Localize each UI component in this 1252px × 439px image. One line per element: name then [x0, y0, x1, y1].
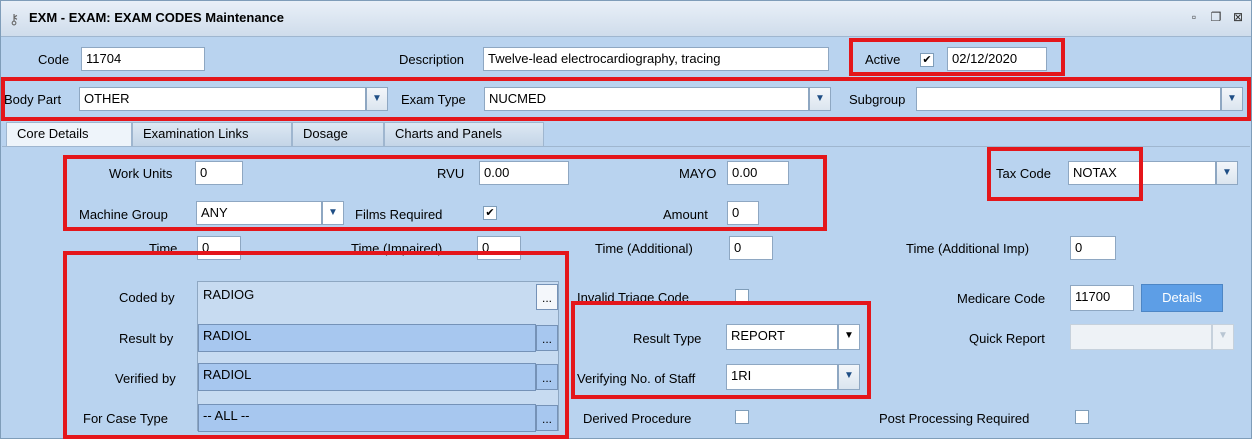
tab-charts-and-panels[interactable]: Charts and Panels: [384, 122, 544, 146]
exam-type-dropdown-icon[interactable]: ▼: [809, 87, 831, 111]
quick-report-label: Quick Report: [969, 331, 1045, 346]
details-button[interactable]: Details: [1141, 284, 1223, 312]
result-type-label: Result Type: [633, 331, 702, 346]
exam-codes-window: ⚷ EXM - EXAM: EXAM CODES Maintenance ▫ ❐…: [0, 0, 1252, 439]
for-case-type-label: For Case Type: [83, 411, 169, 426]
minimize-icon[interactable]: ▫: [1185, 8, 1203, 26]
verifying-staff-select[interactable]: 1RI: [726, 364, 838, 390]
subgroup-dropdown-icon[interactable]: ▼: [1221, 87, 1243, 111]
machine-group-dropdown-icon[interactable]: ▼: [322, 201, 344, 225]
exam-type-label: Exam Type: [401, 92, 466, 107]
tax-code-dropdown-icon[interactable]: ▼: [1216, 161, 1238, 185]
tax-code-select[interactable]: NOTAX: [1068, 161, 1216, 185]
amount-label: Amount: [663, 207, 708, 222]
time-additional-label: Time (Additional): [595, 241, 693, 256]
post-processing-checkbox[interactable]: [1075, 410, 1089, 424]
verifying-staff-dropdown-icon[interactable]: ▼: [838, 364, 860, 390]
time-label: Time: [149, 241, 178, 256]
tab-examination-links[interactable]: Examination Links: [132, 122, 292, 146]
quick-report-dropdown-icon[interactable]: ▼: [1212, 324, 1234, 350]
machine-group-label: Machine Group: [79, 207, 168, 222]
post-processing-label: Post Processing Required: [879, 411, 1030, 426]
key-icon: ⚷: [9, 11, 20, 27]
result-by-input[interactable]: RADIOL: [198, 324, 536, 352]
for-case-type-lookup-button[interactable]: ...: [536, 405, 558, 431]
mayo-label: MAYO: [679, 166, 717, 181]
time-additional-imp-input[interactable]: 0: [1070, 236, 1116, 260]
for-case-type-input[interactable]: -- ALL --: [198, 404, 536, 432]
time-input[interactable]: 0: [197, 236, 241, 260]
time-impaired-label: Time (Impaired): [351, 241, 443, 256]
coded-by-lookup-button[interactable]: ...: [536, 284, 558, 310]
restore-icon[interactable]: ❐: [1207, 8, 1225, 26]
code-input[interactable]: 11704: [81, 47, 205, 71]
active-checkbox[interactable]: ✔: [920, 53, 934, 67]
title-bar: ⚷ EXM - EXAM: EXAM CODES Maintenance ▫ ❐…: [1, 1, 1251, 37]
active-label: Active: [865, 52, 901, 67]
time-additional-input[interactable]: 0: [729, 236, 773, 260]
result-type-select[interactable]: REPORT: [726, 324, 838, 350]
films-required-checkbox[interactable]: ✔: [483, 206, 497, 220]
tab-core-details[interactable]: Core Details: [6, 122, 132, 146]
body-part-label: Body Part: [4, 92, 62, 107]
coded-by-label: Coded by: [119, 290, 175, 305]
machine-group-select[interactable]: ANY: [196, 201, 322, 225]
verified-by-label: Verified by: [115, 371, 176, 386]
description-input[interactable]: Twelve-lead electrocardiography, tracing: [483, 47, 829, 71]
exam-type-select[interactable]: NUCMED: [484, 87, 809, 111]
work-units-label: Work Units: [109, 166, 173, 181]
time-additional-imp-label: Time (Additional Imp): [906, 241, 1030, 256]
body-part-select[interactable]: OTHER: [79, 87, 366, 111]
amount-input[interactable]: 0: [727, 201, 759, 225]
medicare-code-label: Medicare Code: [957, 291, 1046, 306]
films-required-label: Films Required: [355, 207, 443, 222]
result-type-dropdown-icon[interactable]: ▼: [838, 324, 860, 350]
mayo-input[interactable]: 0.00: [727, 161, 789, 185]
body-part-dropdown-icon[interactable]: ▼: [366, 87, 388, 111]
tax-code-label: Tax Code: [996, 166, 1051, 181]
work-units-input[interactable]: 0: [195, 161, 243, 185]
subgroup-label: Subgroup: [849, 92, 906, 107]
quick-report-select[interactable]: [1070, 324, 1212, 350]
coded-by-input[interactable]: RADIOG: [198, 283, 536, 311]
verified-by-input[interactable]: RADIOL: [198, 363, 536, 391]
active-date-input[interactable]: 02/12/2020: [947, 47, 1047, 71]
window-title: EXM - EXAM: EXAM CODES Maintenance: [29, 10, 284, 25]
invalid-triage-label: Invalid Triage Code: [577, 290, 690, 305]
subgroup-select[interactable]: [916, 87, 1221, 111]
close-icon[interactable]: ⊠: [1229, 8, 1247, 26]
result-by-lookup-button[interactable]: ...: [536, 325, 558, 351]
time-impaired-input[interactable]: 0: [477, 236, 521, 260]
derived-procedure-label: Derived Procedure: [583, 411, 692, 426]
description-label: Description: [399, 52, 465, 67]
tab-dosage[interactable]: Dosage: [292, 122, 384, 146]
verifying-staff-label: Verifying No. of Staff: [577, 371, 696, 386]
result-by-label: Result by: [119, 331, 174, 346]
medicare-code-input[interactable]: 11700: [1070, 285, 1134, 311]
verified-by-lookup-button[interactable]: ...: [536, 364, 558, 390]
invalid-triage-checkbox[interactable]: [735, 289, 749, 303]
code-label: Code: [38, 52, 70, 67]
derived-procedure-checkbox[interactable]: [735, 410, 749, 424]
rvu-label: RVU: [437, 166, 465, 181]
rvu-input[interactable]: 0.00: [479, 161, 569, 185]
